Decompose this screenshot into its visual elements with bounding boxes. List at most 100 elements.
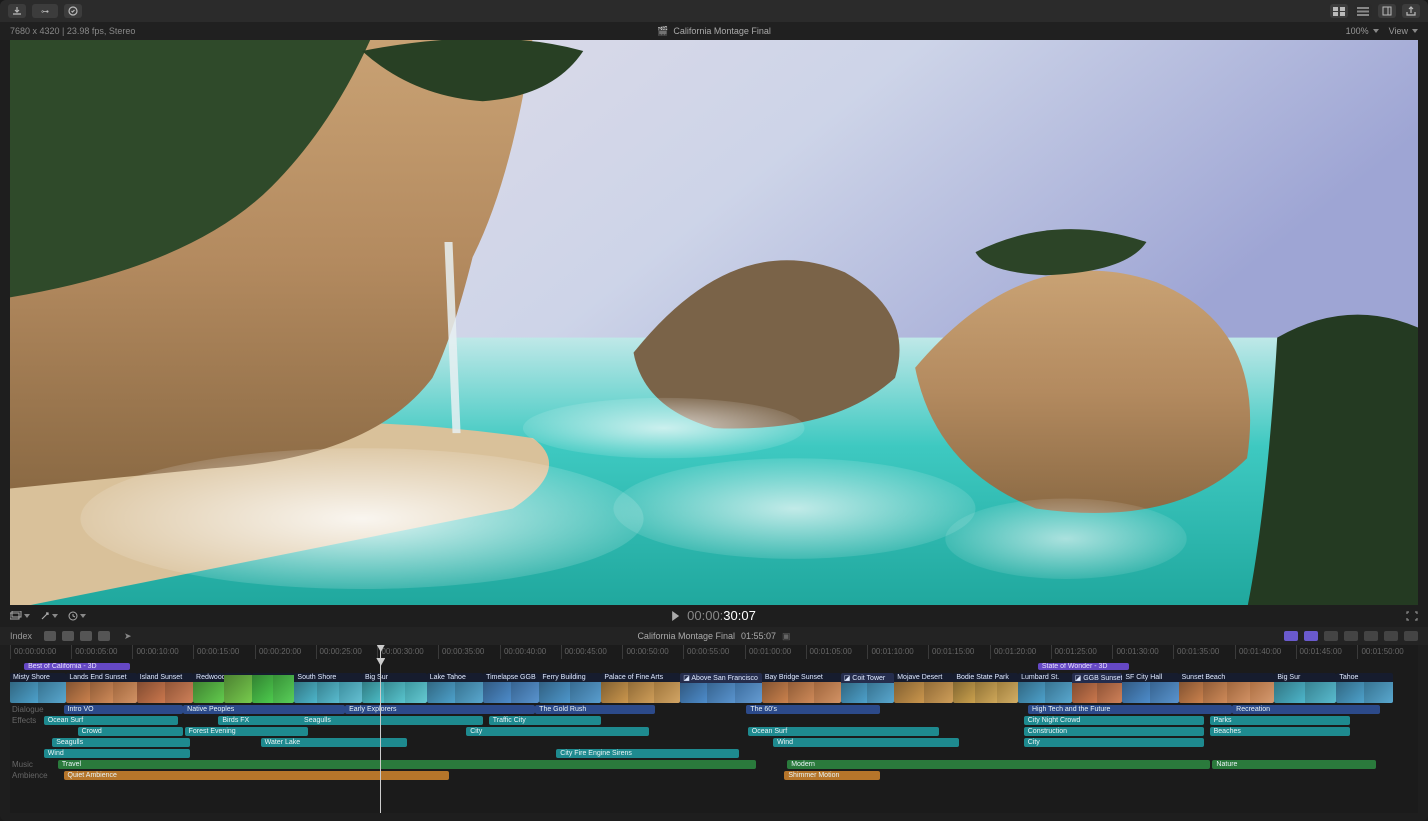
keyword-button[interactable]: ⊶ (32, 4, 58, 18)
effects-clip[interactable]: Crowd (78, 727, 184, 736)
video-clip[interactable]: SF City Hall (1122, 673, 1178, 703)
video-clip[interactable]: Big Sur (1274, 673, 1336, 703)
video-clip[interactable]: South Shore (294, 673, 362, 703)
clip-thumbnail (1179, 682, 1203, 703)
effects-clip[interactable]: Construction (1024, 727, 1204, 736)
dialogue-lane: Intro VONative PeoplesEarly ExplorersThe… (10, 705, 1418, 715)
effects-clip[interactable]: City (466, 727, 649, 736)
video-clip[interactable]: Timelapse GGB (483, 673, 539, 703)
video-clip[interactable]: Palace of Fine Arts (601, 673, 680, 703)
role-label-effects: Effects (12, 716, 36, 725)
clip-thumbnail (1018, 682, 1045, 703)
view-menu[interactable]: View (1389, 26, 1408, 36)
effects-clip[interactable]: Forest Evening (185, 727, 309, 736)
clip-appearance-menu[interactable] (10, 611, 30, 621)
insert-clip-button[interactable] (62, 631, 74, 641)
video-clip[interactable] (252, 673, 294, 703)
effects-browser-button[interactable] (1384, 631, 1398, 641)
video-clip[interactable]: Bay Bridge Sunset (762, 673, 841, 703)
timeline-title: California Montage Final (637, 631, 735, 641)
video-clip[interactable]: Bodie State Park (953, 673, 1018, 703)
dialogue-clip[interactable]: Recreation (1232, 705, 1380, 714)
music-clip[interactable]: Modern (787, 760, 1209, 769)
clip-appearance-button[interactable] (1364, 631, 1378, 641)
audio-skimming-button[interactable] (1304, 631, 1318, 641)
timeline-ruler[interactable]: 00:00:00:0000:00:05:0000:00:10:0000:00:1… (10, 645, 1418, 659)
effects-clip[interactable]: Seagulls (52, 738, 190, 747)
video-clip[interactable]: Big Sur (362, 673, 427, 703)
playhead[interactable] (380, 659, 381, 813)
effects-clip[interactable]: Birds FX (218, 716, 310, 725)
index-button[interactable]: Index (10, 631, 32, 641)
effects-clip[interactable]: Traffic City (489, 716, 602, 725)
ruler-tick: 00:01:10:00 (867, 645, 913, 659)
video-clip[interactable]: ◪ Coit Tower (841, 673, 895, 703)
role-label-music: Music (12, 760, 33, 769)
append-clip-button[interactable] (80, 631, 92, 641)
play-button[interactable] (672, 611, 679, 621)
music-lane: Travel ModernNature (10, 760, 1418, 770)
connect-clip-button[interactable] (44, 631, 56, 641)
dialogue-clip[interactable]: The 60's (746, 705, 880, 714)
effects-clip[interactable]: Parks (1210, 716, 1351, 725)
music-clip[interactable]: Travel (58, 760, 756, 769)
dialogue-clip[interactable]: Intro VO (64, 705, 184, 714)
dialogue-clip[interactable]: High Tech and the Future (1028, 705, 1232, 714)
effects-menu[interactable] (40, 611, 58, 621)
video-clip[interactable]: Misty Shore (10, 673, 66, 703)
skimming-button[interactable] (1284, 631, 1298, 641)
video-clip[interactable]: Sunset Beach (1179, 673, 1275, 703)
effects-clip[interactable]: Seagulls (300, 716, 483, 725)
layout-grid-button[interactable] (1330, 4, 1348, 18)
timecode-display[interactable]: 00:00:30:07 (687, 608, 756, 624)
dialogue-clip[interactable]: Early Explorers (345, 705, 535, 714)
effects-clip[interactable]: Wind (44, 749, 190, 758)
viewer[interactable] (10, 40, 1418, 605)
fullscreen-button[interactable] (1406, 611, 1418, 621)
solo-button[interactable] (1324, 631, 1338, 641)
video-clip[interactable]: Tahoe (1336, 673, 1392, 703)
ambience-clip[interactable]: Quiet Ambience (64, 771, 450, 780)
video-clip[interactable]: Ferry Building (539, 673, 601, 703)
dialogue-clip[interactable]: The Gold Rush (535, 705, 655, 714)
import-button[interactable] (8, 4, 26, 18)
video-clip[interactable]: Lands End Sunset (66, 673, 136, 703)
effects-clip[interactable]: Wind (773, 738, 959, 747)
video-clip[interactable]: ◪ GGB Sunset (1072, 673, 1123, 703)
layout-list-button[interactable] (1354, 4, 1372, 18)
ambience-clip[interactable]: Shimmer Motion (784, 771, 880, 780)
clip-label: Island Sunset (137, 673, 193, 682)
effects-clip[interactable]: Water Lake (261, 738, 407, 747)
chevron-down-icon (1373, 29, 1379, 33)
toggle-inspector-button[interactable] (1378, 4, 1396, 18)
video-clip[interactable]: Mojave Desert (894, 673, 953, 703)
video-clip[interactable] (224, 673, 252, 703)
zoom-level[interactable]: 100% (1346, 26, 1369, 36)
video-clip[interactable]: Lake Tahoe (427, 673, 483, 703)
chapter-marker[interactable]: Best of California - 3D (24, 663, 130, 670)
clip-label: Timelapse GGB (483, 673, 539, 682)
retime-menu[interactable] (68, 611, 86, 621)
chapter-marker[interactable]: State of Wonder - 3D (1038, 663, 1130, 670)
effects-clip[interactable]: City Night Crowd (1024, 716, 1204, 725)
overwrite-clip-button[interactable] (98, 631, 110, 641)
video-clip[interactable]: Island Sunset (137, 673, 193, 703)
effects-clip[interactable]: Ocean Surf (44, 716, 178, 725)
effects-clip[interactable]: Beaches (1210, 727, 1351, 736)
timeline-tracks[interactable]: Best of California - 3D State of Wonder -… (10, 659, 1418, 813)
share-button[interactable] (1402, 4, 1420, 18)
transitions-browser-button[interactable] (1404, 631, 1418, 641)
video-clip[interactable]: Redwoods (193, 673, 224, 703)
music-clip[interactable]: Nature (1212, 760, 1375, 769)
dialogue-clip[interactable]: Native Peoples (183, 705, 345, 714)
background-tasks-button[interactable] (64, 4, 82, 18)
playhead[interactable] (380, 645, 381, 659)
snapping-button[interactable] (1344, 631, 1358, 641)
ruler-tick: 00:00:40:00 (500, 645, 546, 659)
arrow-tool-button[interactable]: ➤ (124, 631, 132, 642)
effects-clip[interactable]: City Fire Engine Sirens (556, 749, 739, 758)
effects-clip[interactable]: Ocean Surf (748, 727, 939, 736)
effects-clip[interactable]: City (1024, 738, 1204, 747)
video-clip[interactable]: Lumbard St. (1018, 673, 1072, 703)
video-clip[interactable]: ◪ Above San Francisco (680, 673, 762, 703)
